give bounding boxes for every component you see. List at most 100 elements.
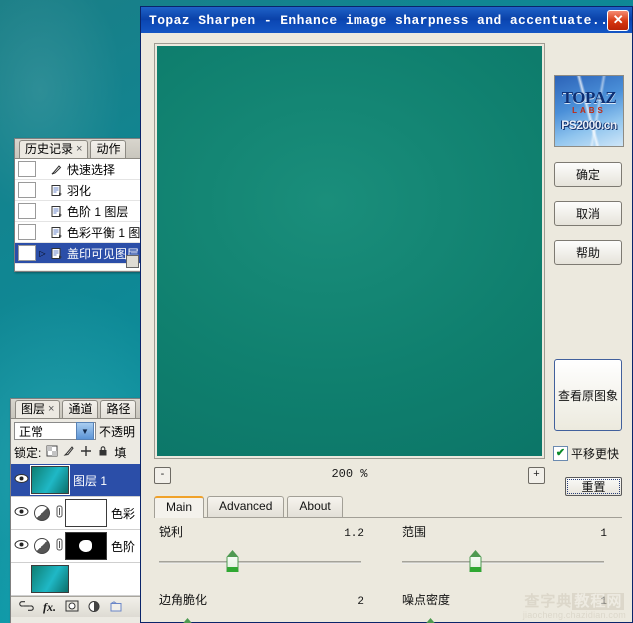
- layer-thumbnail[interactable]: [31, 565, 69, 593]
- new-snapshot-icon[interactable]: [126, 255, 139, 268]
- tab-layers[interactable]: 图层 ×: [15, 400, 60, 418]
- slider-edge-crispening: 边角脆化 2: [154, 591, 366, 623]
- layers-panel: 图层 × 通道 路径 正常 ▼ 不透明 锁定: 填: [10, 398, 152, 623]
- lock-image-icon[interactable]: [63, 445, 75, 460]
- adjustment-icon[interactable]: [34, 505, 50, 521]
- zoom-in-button[interactable]: +: [528, 467, 545, 484]
- blend-mode-value: 正常: [19, 423, 43, 440]
- table-row-label: 图层 1: [73, 472, 107, 489]
- slider-value: 1.2: [344, 528, 364, 540]
- history-current-marker-icon: ▷: [38, 249, 47, 258]
- slider-thumb[interactable]: [469, 550, 482, 573]
- fx-icon[interactable]: fx.: [43, 601, 56, 613]
- list-item[interactable]: 快速选择: [15, 159, 143, 180]
- list-item[interactable]: ▷ 盖印可见图层: [15, 243, 143, 264]
- layer-thumbnail[interactable]: [31, 466, 69, 494]
- history-snapshot-checkbox[interactable]: [18, 224, 36, 240]
- close-icon[interactable]: ×: [76, 141, 82, 158]
- slider-grid: 锐利 1.2 范围 1: [154, 523, 622, 623]
- tab-layers-label: 图层: [21, 401, 45, 418]
- window-body: - 200 % + TOPAZ LABS PS2000.cn 确定 取消 帮助 …: [141, 33, 632, 622]
- slider-track-wrap[interactable]: [154, 550, 366, 576]
- slider-track[interactable]: [159, 561, 361, 564]
- close-icon[interactable]: ✕: [607, 10, 629, 31]
- link-icon[interactable]: [53, 538, 65, 554]
- preview-frame: [154, 43, 545, 459]
- eye-icon[interactable]: [11, 539, 31, 553]
- view-original-button[interactable]: 查看原图象: [554, 359, 622, 431]
- table-row-label: 色阶: [111, 538, 135, 555]
- tab-history-label: 历史记录: [25, 141, 73, 158]
- tab-actions[interactable]: 动作: [90, 140, 126, 158]
- slider-track[interactable]: [402, 561, 604, 564]
- slider-value: 2: [357, 596, 364, 608]
- help-button[interactable]: 帮助: [554, 240, 622, 265]
- tab-main[interactable]: Main: [154, 496, 204, 518]
- tab-channels-label: 通道: [68, 401, 92, 418]
- list-item[interactable]: 羽化: [15, 180, 143, 201]
- slider-thumb[interactable]: [424, 618, 437, 623]
- layer-mask-thumbnail[interactable]: [65, 499, 107, 527]
- adjustment-icon[interactable]: [88, 600, 101, 615]
- link-icon[interactable]: [53, 505, 65, 521]
- blend-mode-select[interactable]: 正常 ▼: [14, 422, 96, 440]
- tab-advanced[interactable]: Advanced: [207, 496, 284, 517]
- adjustment-icon[interactable]: [34, 538, 50, 554]
- slider-sharpness: 锐利 1.2: [154, 523, 366, 576]
- reset-button[interactable]: 重置: [565, 477, 622, 496]
- slider-label: 锐利: [159, 523, 183, 540]
- document-icon: [47, 247, 65, 260]
- chevron-down-icon[interactable]: ▼: [76, 422, 94, 440]
- zoom-level-value: 200 %: [154, 467, 545, 481]
- lock-transparency-icon[interactable]: [46, 445, 58, 460]
- history-snapshot-checkbox[interactable]: [18, 182, 36, 198]
- history-snapshot-checkbox[interactable]: [18, 161, 36, 177]
- slider-track-wrap[interactable]: [154, 618, 366, 623]
- eye-icon[interactable]: [11, 506, 31, 520]
- eye-icon[interactable]: [11, 473, 31, 487]
- tab-history[interactable]: 历史记录 ×: [19, 140, 88, 158]
- list-item[interactable]: 色阶 1 图层: [15, 201, 143, 222]
- history-list[interactable]: 快速选择 羽化 色阶 1 图层 色彩平衡 1 图层: [15, 159, 143, 270]
- preview-image[interactable]: [157, 46, 542, 456]
- slider-label: 边角脆化: [159, 591, 207, 608]
- lock-position-icon[interactable]: [80, 445, 92, 460]
- pan-faster-label: 平移更快: [571, 445, 619, 462]
- table-row[interactable]: 图层 1: [11, 464, 151, 497]
- slider-label: 噪点密度: [402, 591, 450, 608]
- ok-button[interactable]: 确定: [554, 162, 622, 187]
- tab-about[interactable]: About: [287, 496, 342, 517]
- slider-track-wrap[interactable]: [397, 550, 609, 576]
- topaz-sharpen-window: Topaz Sharpen - Enhance image sharpness …: [140, 6, 633, 623]
- tab-paths[interactable]: 路径: [100, 400, 136, 418]
- link-icon[interactable]: [19, 601, 34, 613]
- cancel-button[interactable]: 取消: [554, 201, 622, 226]
- tab-paths-label: 路径: [106, 401, 130, 418]
- pan-faster-checkbox-row[interactable]: ✔ 平移更快: [553, 445, 619, 462]
- list-item-label: 色彩平衡 1 图层: [65, 224, 143, 241]
- slider-track-wrap[interactable]: [397, 618, 609, 623]
- slider-thumb[interactable]: [181, 618, 194, 623]
- blend-mode-row: 正常 ▼ 不透明: [11, 419, 151, 442]
- tab-channels[interactable]: 通道: [62, 400, 98, 418]
- layer-mask-thumbnail[interactable]: [65, 532, 107, 560]
- close-icon[interactable]: ×: [48, 401, 54, 418]
- new-group-icon[interactable]: [110, 601, 122, 614]
- titlebar[interactable]: Topaz Sharpen - Enhance image sharpness …: [141, 7, 632, 33]
- mask-icon[interactable]: [65, 600, 79, 614]
- slider-thumb[interactable]: [226, 550, 239, 573]
- opacity-label: 不透明: [99, 423, 135, 440]
- document-icon: [47, 226, 65, 239]
- settings-tabstrip: Main Advanced About: [154, 496, 622, 518]
- history-snapshot-checkbox[interactable]: [18, 245, 36, 261]
- check-icon[interactable]: ✔: [553, 446, 568, 461]
- table-row[interactable]: 色阶: [11, 530, 151, 563]
- table-row[interactable]: [11, 563, 151, 596]
- slider-header: 锐利 1.2: [154, 523, 366, 540]
- history-snapshot-checkbox[interactable]: [18, 203, 36, 219]
- layers-list[interactable]: 图层 1 色彩 色阶: [11, 464, 151, 596]
- slider-noise-density: 噪点密度 1: [397, 591, 609, 623]
- table-row[interactable]: 色彩: [11, 497, 151, 530]
- list-item[interactable]: 色彩平衡 1 图层: [15, 222, 143, 243]
- lock-all-icon[interactable]: [97, 445, 109, 460]
